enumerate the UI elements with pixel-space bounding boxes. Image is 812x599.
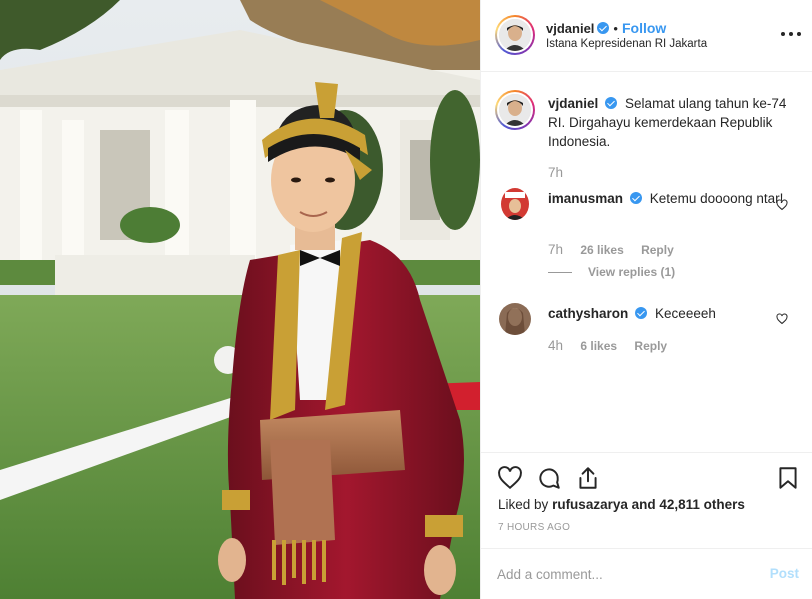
post-photo[interactable] [0, 0, 480, 599]
liked-by-count[interactable]: and 42,811 others [632, 497, 745, 512]
verified-badge-icon [635, 307, 648, 319]
post-detail-panel: vjdaniel • Follow Istana Kepresidenan RI J… [480, 0, 812, 599]
caption-meta: 7h [548, 165, 577, 180]
comment-likes[interactable]: 6 likes [580, 339, 617, 353]
comment-meta: 4h 6 likes Reply [548, 338, 681, 353]
caption-time[interactable]: 7h [548, 165, 563, 180]
comment-likes[interactable]: 26 likes [580, 243, 623, 257]
comment-meta: 7h 26 likes Reply [548, 242, 688, 257]
author-username[interactable]: vjdaniel [546, 21, 594, 36]
comment-body: Ketemu doooong ntar! [649, 191, 784, 206]
comment-avatar[interactable] [499, 303, 531, 335]
follow-button[interactable]: Follow [622, 20, 666, 36]
caption-avatar[interactable] [495, 90, 535, 130]
comment-icon[interactable] [536, 465, 562, 491]
liked-by-user[interactable]: rufusazarya [552, 497, 628, 512]
comment-time[interactable]: 4h [548, 338, 563, 353]
avatar-image [499, 19, 531, 51]
avatar-image [499, 303, 531, 335]
comment-like-heart-icon[interactable] [776, 199, 788, 211]
view-replies-button[interactable]: View replies (1) [548, 265, 675, 279]
caption-username[interactable]: vjdaniel [548, 96, 598, 111]
comment-avatar[interactable] [501, 188, 529, 220]
bookmark-icon[interactable] [775, 465, 801, 491]
reply-button[interactable]: Reply [634, 339, 667, 353]
comment-body: Keceeeeh [655, 306, 716, 321]
comment-time[interactable]: 7h [548, 242, 563, 257]
location-link[interactable]: Istana Kepresidenan RI Jakarta [546, 38, 707, 50]
replies-divider [548, 272, 572, 274]
share-icon[interactable] [575, 465, 601, 491]
liked-by-prefix: Liked by [498, 497, 549, 512]
reply-button[interactable]: Reply [641, 243, 674, 257]
more-options-icon[interactable] [781, 24, 801, 44]
comment-text: cathysharon Keceeeeh [548, 304, 788, 323]
liked-by-line: Liked by rufusazarya and 42,811 others [498, 497, 745, 512]
view-replies-label: View replies (1) [588, 265, 676, 279]
add-comment-input[interactable] [497, 563, 757, 585]
post-comment-button[interactable]: Post [770, 566, 799, 581]
post-photo-image [0, 0, 480, 599]
comment-like-heart-icon[interactable] [776, 313, 788, 325]
verified-badge-icon [605, 97, 618, 109]
comment-username[interactable]: imanusman [548, 191, 623, 206]
post-header: vjdaniel • Follow Istana Kepresidenan RI J… [481, 0, 812, 72]
caption-text: vjdaniel Selamat ulang tahun ke-74 RI. D… [548, 94, 788, 151]
avatar-image [499, 94, 531, 126]
separator-dot: • [613, 21, 618, 36]
comment-username[interactable]: cathysharon [548, 306, 628, 321]
heart-icon[interactable] [497, 465, 523, 491]
comment-text: imanusman Ketemu doooong ntar! [548, 189, 788, 208]
author-line: vjdaniel • Follow [546, 20, 666, 36]
comments-list[interactable]: vjdaniel Selamat ulang tahun ke-74 RI. D… [481, 72, 812, 452]
verified-badge-icon [630, 192, 643, 204]
post-timestamp[interactable]: 7 HOURS AGO [498, 522, 570, 533]
author-avatar[interactable] [495, 15, 535, 55]
verified-badge-icon [597, 22, 610, 34]
avatar-image [501, 188, 529, 220]
comment-composer: Post [481, 548, 812, 599]
